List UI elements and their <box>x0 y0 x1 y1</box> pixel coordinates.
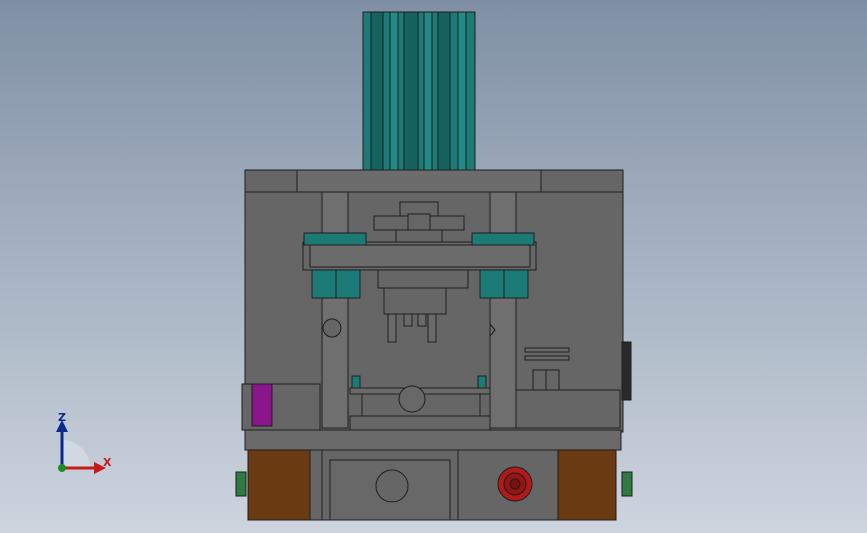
cad-viewport[interactable] <box>0 0 867 533</box>
y-axis-dot <box>58 464 66 472</box>
orientation-triad: Z X <box>48 410 118 480</box>
machine-assembly <box>235 11 633 521</box>
x-axis-label: X <box>103 456 112 469</box>
z-axis-label: Z <box>58 411 66 424</box>
top-linear-actuator <box>362 11 476 171</box>
base-frame <box>235 429 633 521</box>
